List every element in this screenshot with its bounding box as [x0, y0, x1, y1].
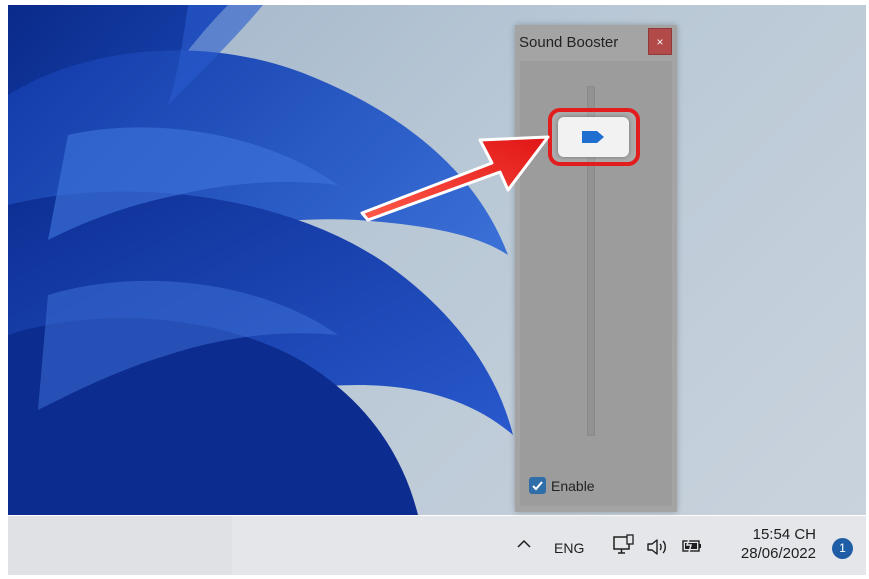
screenshot-frame: Sound Booster × Enable ENG 15:54 CH 28/0…	[0, 0, 869, 579]
window-titlebar: Sound Booster ×	[515, 25, 677, 59]
clock-date: 28/06/2022	[740, 545, 816, 562]
checkmark-icon	[532, 481, 543, 491]
network-icon[interactable]	[611, 533, 637, 559]
enable-checkbox[interactable]	[529, 477, 546, 494]
desktop-wallpaper	[8, 5, 866, 515]
system-clock[interactable]: 15:54 CH 28/06/2022	[724, 526, 816, 562]
taskbar-left-segment	[8, 516, 232, 575]
close-button[interactable]: ×	[648, 28, 672, 55]
sound-booster-window: Sound Booster ×	[515, 25, 677, 512]
speaker-icon[interactable]	[645, 536, 669, 558]
enable-label: Enable	[551, 478, 595, 494]
notification-badge[interactable]: 1	[832, 538, 853, 559]
language-indicator[interactable]: ENG	[554, 540, 584, 556]
volume-slider-thumb[interactable]	[558, 117, 629, 157]
battery-icon[interactable]	[680, 536, 704, 556]
taskbar: ENG 15:54 CH 28/06/2022 1	[8, 516, 866, 575]
wallpaper-bloom	[8, 5, 513, 515]
slider-thumb-icon	[582, 131, 604, 143]
chevron-up-icon[interactable]	[513, 533, 535, 555]
window-title: Sound Booster	[519, 34, 619, 51]
clock-time: 15:54 CH	[752, 526, 816, 543]
